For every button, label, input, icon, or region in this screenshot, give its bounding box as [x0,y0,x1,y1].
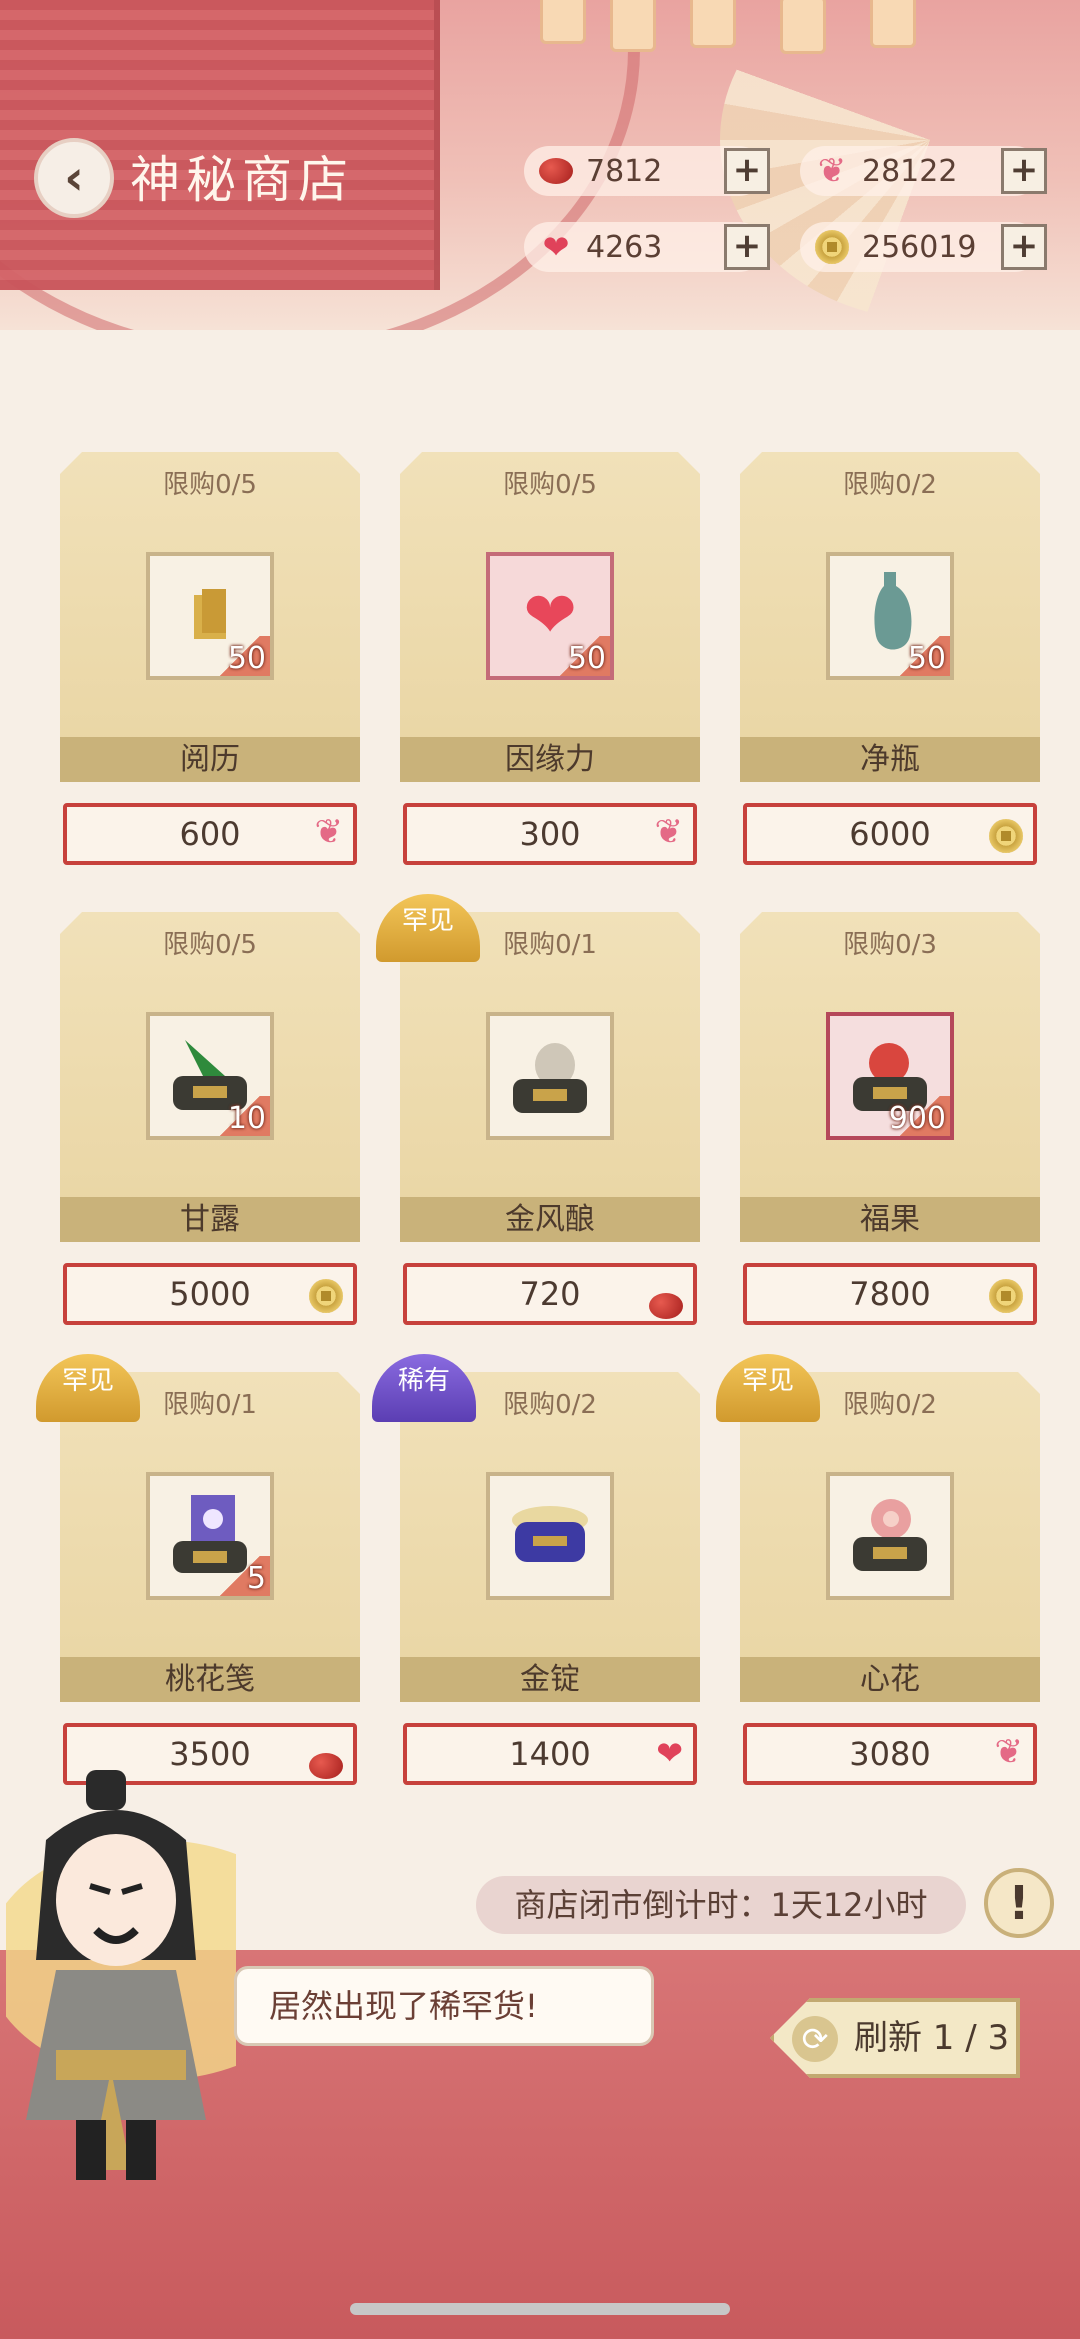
merchant-character [0,1770,326,2200]
info-button[interactable]: ! [984,1868,1054,1938]
price-value: 6000 [849,815,931,853]
buy-button[interactable]: 1400 ❤ [403,1723,697,1785]
item-name: 金锭 [400,1657,700,1702]
item-icon-frame [486,1472,614,1600]
item-name: 心花 [740,1657,1040,1702]
shop-close-countdown: 商店闭市倒计时：1天12小时 [476,1876,966,1934]
add-heart-button[interactable]: + [724,224,770,270]
item-quantity: 10 [227,1101,266,1136]
currency-value: 28122 [862,153,958,189]
buy-button[interactable]: 720 [403,1263,697,1325]
speech-bubble: 居然出现了稀罕货! [234,1966,654,2046]
item-quantity: 5 [246,1561,266,1596]
rarity-badge: 稀有 [372,1354,476,1422]
buy-button[interactable]: 600 ❦ [63,803,357,865]
price-value: 7800 [849,1275,931,1313]
rarity-badge: 罕见 [376,894,480,962]
item-icon-frame: 50 [826,552,954,680]
butterfly-icon: ❦ [314,812,344,852]
red-bean-icon [538,153,574,189]
flower-package-icon [830,1476,950,1596]
back-arrow-icon: ‹ [64,150,84,206]
buy-button[interactable]: 7800 [743,1263,1037,1325]
butterfly-icon: ❦ [817,151,847,191]
lantern-decor [610,0,656,52]
item-quantity: 50 [907,641,946,676]
lantern-decor [870,0,916,48]
item-name: 净瓶 [740,737,1040,782]
butterfly-icon: ❦ [654,812,684,852]
item-name: 因缘力 [400,737,700,782]
price-value: 1400 [509,1735,591,1773]
purchase-limit: 限购0/5 [503,470,597,500]
coin-icon [309,1279,343,1313]
price-value: 3080 [849,1735,931,1773]
price-value: 600 [179,815,241,853]
item-icon-frame: 10 [146,1012,274,1140]
currency-value: 256019 [862,229,977,265]
add-coin-button[interactable]: + [1001,224,1047,270]
price-value: 3500 [169,1735,251,1773]
butterfly-icon: ❦ [994,1732,1024,1772]
rarity-badge: 罕见 [36,1354,140,1422]
item-icon-frame: 50 [146,552,274,680]
rarity-badge: 罕见 [716,1354,820,1422]
item-quantity: 50 [227,641,266,676]
red-bean-icon [309,1741,343,1795]
item-icon-frame [486,1012,614,1140]
item-name: 福果 [740,1197,1040,1242]
price-value: 5000 [169,1275,251,1313]
lantern-decor [780,0,826,54]
price-value: 720 [519,1275,581,1313]
purchase-limit: 限购0/5 [163,930,257,960]
buy-button[interactable]: 6000 [743,803,1037,865]
buy-button[interactable]: 5000 [63,1263,357,1325]
item-name: 金风酿 [400,1197,700,1242]
price-value: 300 [519,815,581,853]
item-icon-frame: 5 [146,1472,274,1600]
item-icon-frame: 900 [826,1012,954,1140]
shop-item-card[interactable]: 限购0/5 50 阅历 [60,452,360,782]
back-button[interactable]: ‹ [34,138,114,218]
heart-icon: ❤ [542,228,570,266]
shop-item-card[interactable]: 限购0/5 ❤ 50 因缘力 [400,452,700,782]
coin-icon [814,229,850,265]
item-name: 甘露 [60,1197,360,1242]
lantern-decor [540,0,586,44]
add-butterfly-button[interactable]: + [1001,148,1047,194]
shop-item-card[interactable]: 限购0/3 900 福果 [740,912,1040,1242]
item-quantity: 50 [567,641,606,676]
heart-icon: ❤ [656,1734,683,1772]
coin-icon [989,1279,1023,1313]
buy-button[interactable]: 3080 ❦ [743,1723,1037,1785]
refresh-icon: ⟳ [792,2016,838,2062]
purchase-limit: 限购0/3 [843,930,937,960]
coin-icon [989,819,1023,853]
buy-button[interactable]: 300 ❦ [403,803,697,865]
page-title: 神秘商店 [130,151,354,209]
add-red-bean-button[interactable]: + [724,148,770,194]
purchase-limit: 限购0/2 [843,470,937,500]
item-name: 阅历 [60,737,360,782]
purchase-limit: 限购0/5 [163,470,257,500]
red-bean-icon [649,1281,683,1335]
item-icon-frame [826,1472,954,1600]
wine-jar-icon [490,1016,610,1136]
home-indicator[interactable] [350,2303,730,2315]
item-icon-frame: ❤ 50 [486,552,614,680]
shop-item-card[interactable]: 限购0/5 10 甘露 [60,912,360,1242]
currency-value: 4263 [586,229,663,265]
shop-item-card[interactable]: 限购0/2 50 净瓶 [740,452,1040,782]
item-quantity: 900 [888,1101,946,1136]
currency-value: 7812 [586,153,663,189]
lantern-decor [690,0,736,48]
gold-ingot-icon [490,1476,610,1596]
item-name: 桃花笺 [60,1657,360,1702]
